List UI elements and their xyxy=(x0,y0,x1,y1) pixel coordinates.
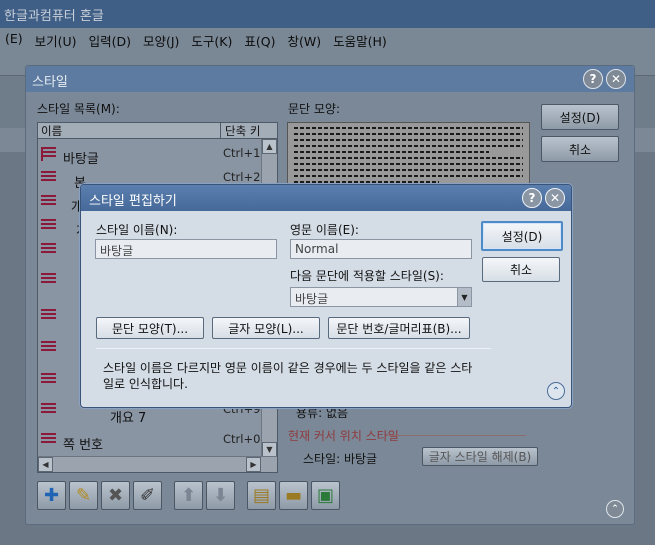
close-icon[interactable]: ✕ xyxy=(545,188,565,208)
paragraph-style-icon xyxy=(41,171,56,185)
more-icon[interactable]: ⌃ xyxy=(606,500,624,518)
import-icon[interactable]: ▤ xyxy=(247,481,276,510)
release-char-style-button[interactable]: 글자 스타일 해제(B) xyxy=(422,447,538,466)
style-dialog-title: 스타일 xyxy=(32,75,68,90)
menu-format[interactable]: 모양(J) xyxy=(138,31,184,50)
column-name[interactable]: 이름 xyxy=(38,123,221,138)
paragraph-style-icon xyxy=(41,147,56,161)
cancel-button[interactable]: 취소 xyxy=(482,257,560,282)
paragraph-style-icon xyxy=(41,219,56,233)
move-down-icon[interactable]: ⬇ xyxy=(206,481,235,510)
current-style-title: 현재 커서 위치 스타일 xyxy=(288,429,399,443)
menu-tools[interactable]: 도구(K) xyxy=(186,31,237,50)
help-icon[interactable]: ? xyxy=(583,69,603,89)
note-text: 스타일 이름은 다르지만 영문 이름이 같은 경우에는 두 스타일을 같은 스타… xyxy=(103,361,473,391)
char-shape-button[interactable]: 글자 모양(L)... xyxy=(212,317,320,339)
move-up-icon[interactable]: ⬆ xyxy=(174,481,203,510)
edit-dialog-titlebar: 스타일 편집하기 xyxy=(81,185,571,211)
menu-window[interactable]: 창(W) xyxy=(282,31,326,50)
paragraph-style-icon xyxy=(41,195,56,209)
next-style-label: 다음 문단에 적용할 스타일(S): xyxy=(290,269,444,283)
more-icon[interactable]: ⌃ xyxy=(547,382,565,400)
delete-icon[interactable]: ✖ xyxy=(101,481,130,510)
app-title: 한글과컴퓨터 혼글 xyxy=(4,9,104,24)
paragraph-style-icon xyxy=(41,243,56,257)
paragraph-style-icon xyxy=(41,273,56,287)
english-name-label: 영문 이름(E): xyxy=(290,223,359,237)
numbering-button[interactable]: 문단 번호/글머리표(B)... xyxy=(328,317,470,339)
current-style-label: 스타일: 바탕글 xyxy=(303,452,378,466)
column-shortcut[interactable]: 단축 키 xyxy=(221,123,277,138)
edit-pencil-icon[interactable]: ✎ xyxy=(69,481,98,510)
replace-icon[interactable]: ✐ xyxy=(133,481,162,510)
scroll-right-icon[interactable]: ▶ xyxy=(246,457,261,472)
paragraph-style-icon xyxy=(41,403,56,417)
scroll-left-icon[interactable]: ◀ xyxy=(38,457,53,472)
app-titlebar: 한글과컴퓨터 혼글 xyxy=(0,0,655,28)
style-toolbar: ✚ ✎ ✖ ✐ ⬆ ⬇ ▤ ▬ ▣ xyxy=(37,481,340,510)
style-list-header: 이름 단축 키 xyxy=(38,123,277,139)
edit-dialog-title: 스타일 편집하기 xyxy=(89,194,177,209)
cancel-button[interactable]: 취소 xyxy=(541,136,619,162)
menu-help[interactable]: 도움말(H) xyxy=(328,31,392,50)
preview-label: 문단 모양: xyxy=(288,102,341,116)
style-name-label: 스타일 이름(N): xyxy=(96,223,178,237)
list-item[interactable]: 바탕글 Ctrl+1 xyxy=(38,143,263,167)
close-icon[interactable]: ✕ xyxy=(606,69,626,89)
scroll-up-icon[interactable]: ▲ xyxy=(262,139,277,154)
menu-view[interactable]: 보기(U) xyxy=(30,31,82,50)
chevron-down-icon[interactable]: ▼ xyxy=(457,288,471,306)
help-icon[interactable]: ? xyxy=(522,188,542,208)
style-dialog-titlebar: 스타일 xyxy=(26,66,634,92)
divider xyxy=(96,348,491,349)
next-style-select[interactable]: 바탕글 ▼ xyxy=(290,287,472,307)
style-list-label: 스타일 목록(M): xyxy=(37,102,120,116)
set-button[interactable]: 설정(D) xyxy=(481,221,563,251)
divider xyxy=(386,435,526,436)
open-folder-icon[interactable]: ▬ xyxy=(279,481,308,510)
paragraph-shape-button[interactable]: 문단 모양(T)... xyxy=(96,317,204,339)
char-style-icon xyxy=(41,433,56,447)
menu-insert[interactable]: 입력(D) xyxy=(84,31,136,50)
paragraph-style-icon xyxy=(41,341,56,355)
scroll-down-icon[interactable]: ▼ xyxy=(262,442,277,457)
edit-style-dialog: 스타일 편집하기 ? ✕ 스타일 이름(N): 바탕글 영문 이름(E): No… xyxy=(80,184,572,408)
paragraph-style-icon xyxy=(41,373,56,387)
menu-table[interactable]: 표(Q) xyxy=(239,31,280,50)
style-name-input[interactable]: 바탕글 xyxy=(95,239,277,259)
paragraph-style-icon xyxy=(41,309,56,323)
english-name-input[interactable]: Normal xyxy=(290,239,472,259)
save-icon[interactable]: ▣ xyxy=(311,481,340,510)
set-button[interactable]: 설정(D) xyxy=(541,104,619,130)
list-item[interactable]: 쪽 번호 Ctrl+0 xyxy=(38,429,263,453)
menubar: (E) 보기(U) 입력(D) 모양(J) 도구(K) 표(Q) 창(W) 도움… xyxy=(0,28,655,50)
add-icon[interactable]: ✚ xyxy=(37,481,66,510)
horizontal-scrollbar[interactable]: ◀ ▶ xyxy=(38,456,277,472)
menu-edit[interactable]: (E) xyxy=(0,31,28,50)
